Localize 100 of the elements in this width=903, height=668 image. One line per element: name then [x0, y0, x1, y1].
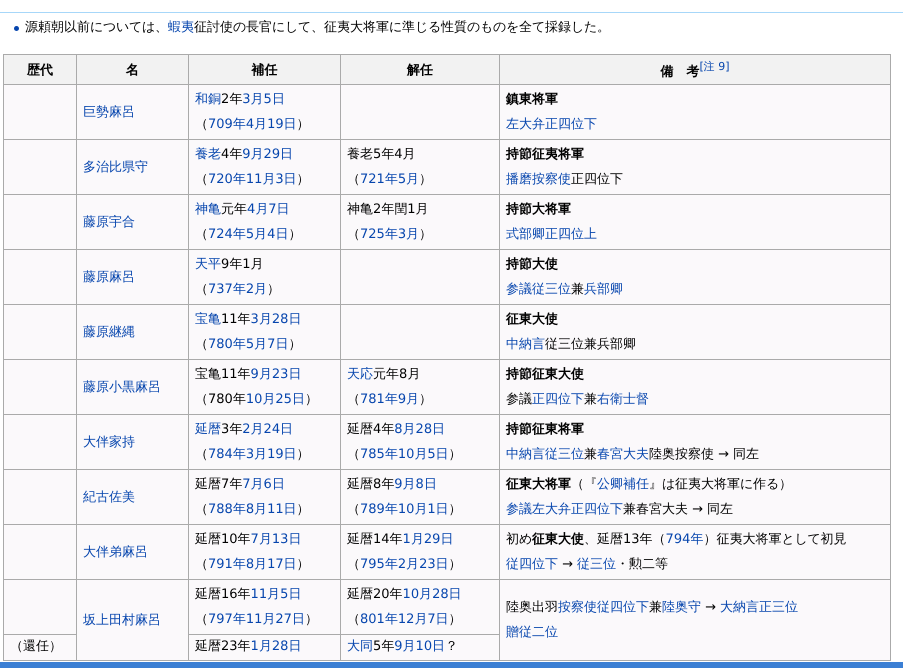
- link[interactable]: 788年8月11日: [208, 502, 297, 517]
- link[interactable]: 797年11月27日: [208, 612, 305, 627]
- link[interactable]: 右衛士督: [597, 392, 649, 407]
- date-text: （725年3月）: [347, 226, 434, 244]
- date-text: （795年2月23日）: [347, 556, 463, 574]
- link[interactable]: 721年5月: [360, 172, 420, 187]
- link[interactable]: 藤原継縄: [83, 324, 135, 340]
- link[interactable]: 春宮大夫: [597, 447, 649, 462]
- link[interactable]: 720年11月3日: [208, 172, 297, 187]
- column-header: 補任: [252, 62, 278, 78]
- date-text: （737年2月）: [195, 281, 282, 299]
- link[interactable]: 中納言: [506, 337, 545, 352]
- remark-text: 持節大将軍: [506, 201, 572, 219]
- link[interactable]: 多治比県守: [83, 160, 148, 174]
- date-text: 大同5年9月10日？: [347, 638, 460, 656]
- link[interactable]: 陸奥守: [662, 600, 701, 615]
- link[interactable]: 大伴弟麻呂: [83, 544, 148, 560]
- link[interactable]: 大同: [347, 639, 373, 654]
- date-text: 延暦8年9月8日: [347, 476, 438, 494]
- link[interactable]: 4月7日: [247, 202, 290, 217]
- link[interactable]: 9月23日: [250, 367, 302, 382]
- link[interactable]: 725年3月: [360, 227, 420, 242]
- link[interactable]: 延暦: [195, 422, 221, 437]
- link[interactable]: 794年: [666, 532, 704, 547]
- remark-text: 持節征東将軍: [506, 421, 585, 439]
- link[interactable]: 巨勢麻呂: [83, 104, 135, 120]
- remark-text: 持節征夷将軍: [506, 146, 585, 164]
- link[interactable]: 従四位下: [506, 557, 558, 572]
- remark-text: 播磨按察使正四位下: [506, 171, 624, 189]
- link[interactable]: 蝦夷: [168, 20, 194, 35]
- date-text: （801年12月7日）: [347, 611, 463, 629]
- link[interactable]: 1月29日: [402, 532, 454, 547]
- link[interactable]: 801年12月7日: [360, 612, 449, 627]
- link[interactable]: 7月13日: [250, 532, 302, 547]
- remark-text: 持節大使: [506, 256, 559, 274]
- link[interactable]: 和銅: [195, 92, 221, 107]
- reign-note: （還任）: [10, 638, 63, 656]
- link[interactable]: 2月24日: [242, 422, 294, 437]
- remark-text: 参議従三位兼兵部卿: [506, 281, 624, 299]
- link[interactable]: 10月25日: [246, 392, 305, 407]
- link[interactable]: 784年3月19日: [208, 447, 297, 462]
- link[interactable]: 10月28日: [402, 587, 462, 602]
- link[interactable]: 坂上田村麻呂: [83, 612, 161, 628]
- column-header: 名: [126, 62, 139, 78]
- link[interactable]: 795年2月23日: [360, 557, 449, 572]
- link[interactable]: 780年5月7日: [208, 337, 288, 352]
- link[interactable]: 藤原麻呂: [83, 270, 135, 284]
- link[interactable]: 11月5日: [250, 587, 302, 602]
- date-text: 延暦4年8月28日: [347, 421, 446, 439]
- date-text: （780年10月25日）: [195, 391, 319, 409]
- link[interactable]: 天平: [195, 257, 221, 272]
- link[interactable]: 贈従二位: [506, 625, 558, 640]
- link[interactable]: 8月28日: [394, 422, 446, 437]
- link[interactable]: 紀古佐美: [83, 490, 135, 504]
- link[interactable]: 左大弁正四位下: [506, 117, 597, 132]
- date-text: 宝亀11年3月28日: [195, 311, 302, 329]
- link[interactable]: 1月28日: [250, 639, 302, 654]
- link[interactable]: 9月10日: [394, 639, 446, 654]
- link[interactable]: 従三位: [577, 557, 616, 572]
- link[interactable]: 791年8月17日: [208, 557, 297, 572]
- link[interactable]: 3月5日: [242, 92, 285, 107]
- link[interactable]: 大伴家持: [83, 434, 135, 450]
- link[interactable]: 兵部卿: [584, 282, 623, 297]
- link[interactable]: 9月8日: [394, 477, 437, 492]
- link[interactable]: 781年9月: [360, 392, 420, 407]
- link[interactable]: 737年2月: [208, 282, 268, 297]
- link[interactable]: 参議従三位: [506, 282, 571, 297]
- link[interactable]: 785年10月5日: [360, 447, 449, 462]
- link[interactable]: 参議左大弁正四位下: [506, 502, 623, 517]
- link[interactable]: 公卿補任: [597, 477, 649, 492]
- remark-text: 陸奥出羽按察使従四位下兼陸奥守 → 大納言正三位: [506, 599, 800, 617]
- link[interactable]: 709年4月19日: [208, 117, 297, 132]
- link[interactable]: 式部卿正四位上: [506, 227, 597, 242]
- link[interactable]: 中納言従三位: [506, 447, 584, 462]
- date-text: （781年9月）: [347, 391, 434, 409]
- date-text: 神亀元年4月7日: [195, 201, 291, 219]
- date-text: （721年5月）: [347, 171, 434, 189]
- link[interactable]: 7月6日: [242, 477, 285, 492]
- date-text: 和銅2年3月5日: [195, 91, 286, 109]
- link[interactable]: 宝亀: [195, 312, 221, 327]
- remark-text: 中納言従三位兼兵部卿: [506, 336, 637, 354]
- link[interactable]: 3月28日: [250, 312, 302, 327]
- link[interactable]: 天応: [347, 367, 373, 382]
- link[interactable]: 藤原小黒麻呂: [83, 380, 161, 394]
- remark-text: 参議左大弁正四位下兼春宮大夫 → 同左: [506, 501, 734, 519]
- link[interactable]: 724年5月4日: [208, 227, 288, 242]
- link[interactable]: 按察使従四位下: [558, 600, 649, 615]
- link[interactable]: 9月29日: [242, 147, 294, 162]
- remark-text: 鎮東将軍: [506, 91, 559, 109]
- link[interactable]: 大納言正三位: [720, 600, 798, 615]
- link[interactable]: 789年10月1日: [360, 502, 449, 517]
- link[interactable]: 養老: [195, 147, 221, 162]
- link[interactable]: 神亀: [195, 202, 221, 217]
- link[interactable]: 藤原宇合: [83, 214, 135, 230]
- date-text: （724年5月4日）: [195, 226, 302, 244]
- link[interactable]: 正四位下: [532, 392, 584, 407]
- column-header: 解任: [407, 62, 433, 78]
- date-text: （789年10月1日）: [347, 501, 463, 519]
- note-link[interactable]: [注 9]: [699, 60, 730, 73]
- link[interactable]: 播磨按察使: [506, 172, 571, 187]
